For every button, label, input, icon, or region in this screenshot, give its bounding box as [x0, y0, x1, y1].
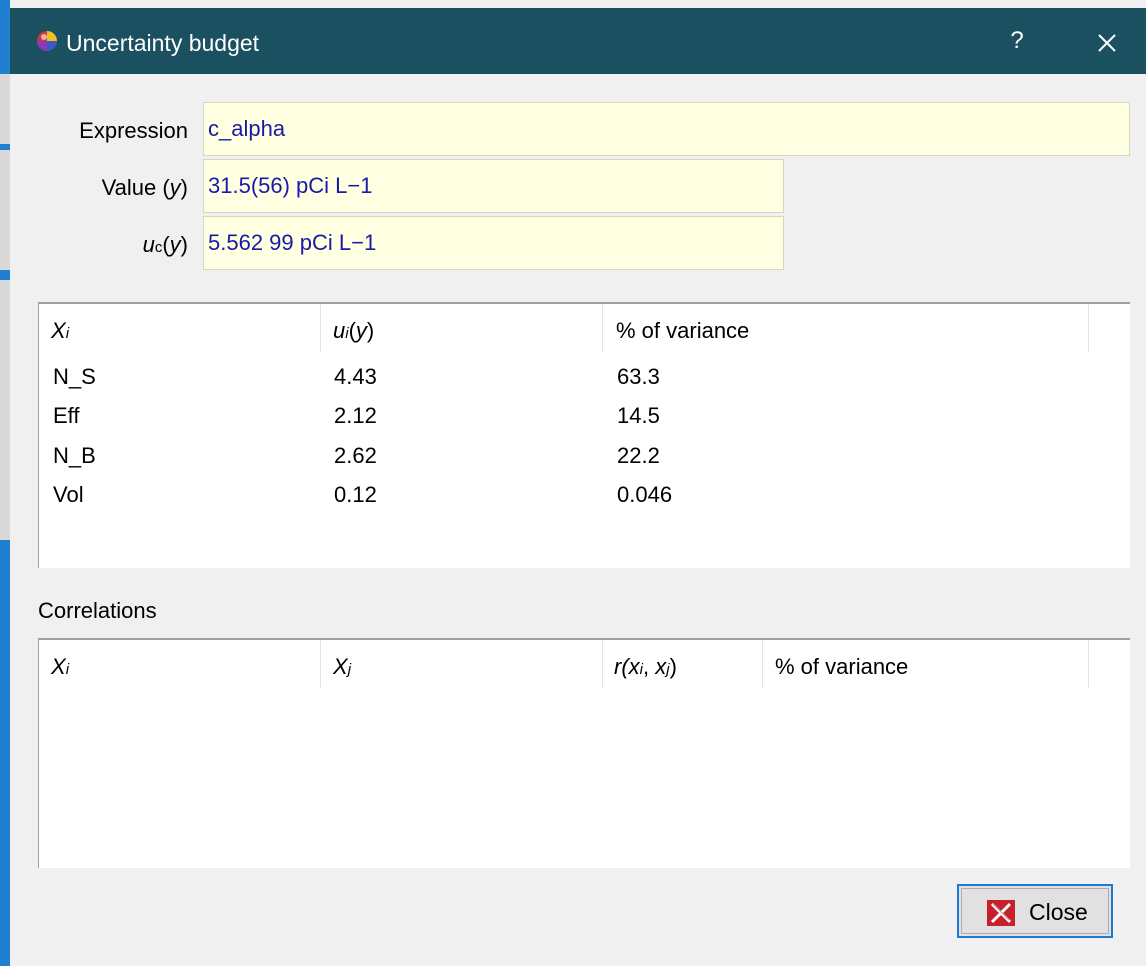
col-header-xi-text: X	[51, 318, 66, 343]
edge-notch	[0, 280, 10, 540]
col-header-ui[interactable]: ui(y)	[333, 318, 374, 347]
row-name: Vol	[53, 482, 84, 507]
col-header-ui-open: (	[348, 318, 356, 343]
app-icon	[37, 31, 57, 51]
column-divider[interactable]	[1088, 304, 1089, 352]
col-header-r-prefix: r(	[614, 654, 629, 679]
close-button-label: Close	[1029, 899, 1088, 925]
row-name: N_B	[53, 443, 96, 468]
col-header-xi[interactable]: Xi	[51, 654, 69, 683]
column-divider[interactable]	[762, 640, 763, 688]
col-header-xi-sub: i	[65, 661, 70, 678]
correlations-table[interactable]: Xi Xj r(xi, xj) % of variance	[38, 638, 1130, 868]
col-header-variance[interactable]: % of variance	[775, 654, 908, 680]
close-button[interactable]: Close	[957, 884, 1113, 938]
value-field[interactable]: 31.5(56) pCi L−1	[203, 159, 784, 213]
uc-label: uc(y)	[8, 232, 188, 261]
row-variance: 22.2	[617, 443, 660, 468]
uc-label-u: u	[142, 232, 155, 257]
column-divider[interactable]	[1088, 640, 1089, 688]
col-header-ui-u: u	[333, 318, 346, 343]
col-header-xj[interactable]: Xj	[333, 654, 351, 683]
col-header-xi-sub: i	[65, 325, 70, 342]
value-label-suffix: )	[180, 175, 188, 200]
col-header-r-x1: x	[628, 654, 640, 679]
value-label-var: y	[169, 175, 181, 200]
row-variance: 14.5	[617, 403, 660, 428]
col-header-variance[interactable]: % of variance	[616, 318, 749, 344]
row-name: N_S	[53, 364, 96, 389]
close-icon[interactable]	[1092, 28, 1122, 58]
row-ui: 2.62	[334, 443, 377, 468]
row-variance: 0.046	[617, 482, 673, 507]
col-header-xj-sub: j	[347, 661, 352, 678]
budget-table[interactable]: Xi ui(y) % of variance N_S 4.43 63.3 Eff…	[38, 302, 1130, 568]
column-divider[interactable]	[320, 304, 321, 352]
column-divider[interactable]	[602, 304, 603, 352]
column-divider[interactable]	[320, 640, 321, 688]
value-label-prefix: Value (	[101, 175, 170, 200]
row-ui: 4.43	[334, 364, 377, 389]
correlations-label: Correlations	[38, 598, 157, 623]
col-header-r[interactable]: r(xi, xj)	[614, 654, 677, 683]
expression-field[interactable]: c_alpha	[203, 102, 1130, 156]
col-header-r-comma: ,	[643, 654, 656, 679]
col-header-xj-text: X	[333, 654, 348, 679]
value-label: Value (y)	[8, 175, 188, 201]
column-divider[interactable]	[602, 640, 603, 688]
uc-label-end: )	[180, 232, 188, 257]
col-header-xi[interactable]: Xi	[51, 318, 69, 347]
col-header-xi-text: X	[51, 654, 66, 679]
col-header-ui-var: y	[355, 318, 367, 343]
uc-field[interactable]: 5.562 99 pCi L−1	[203, 216, 784, 270]
title-bar: Uncertainty budget ?	[10, 8, 1146, 74]
col-header-ui-close: )	[366, 318, 375, 343]
uc-label-mid: (	[162, 232, 170, 257]
window-edge	[0, 0, 10, 966]
col-header-r-x2: x	[655, 654, 667, 679]
row-variance: 63.3	[617, 364, 660, 389]
red-x-icon	[987, 900, 1015, 926]
uc-label-var: y	[169, 232, 181, 257]
row-ui: 2.12	[334, 403, 377, 428]
col-header-r-suffix: )	[669, 654, 677, 679]
help-button[interactable]: ?	[1002, 26, 1032, 56]
expression-label: Expression	[79, 118, 188, 143]
window-title: Uncertainty budget	[66, 30, 260, 56]
row-name: Eff	[53, 403, 80, 428]
row-ui: 0.12	[334, 482, 377, 507]
